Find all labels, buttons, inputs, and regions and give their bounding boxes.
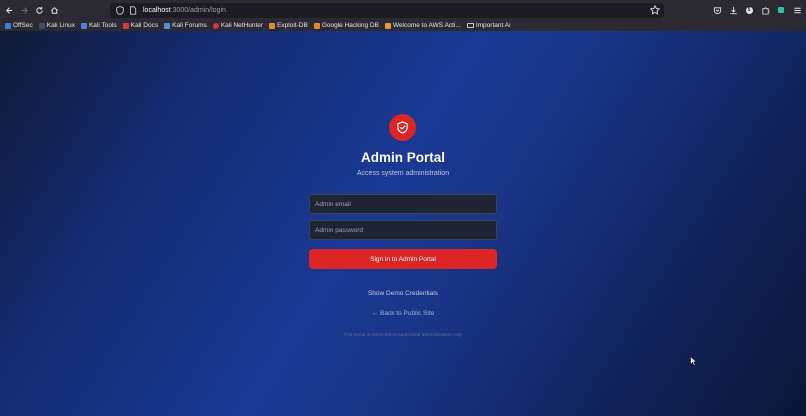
url-host: localhost [143,7,171,14]
bookmark-folder-important-ai[interactable]: Important Ai [466,22,511,29]
extensions-icon[interactable] [760,5,770,15]
ghdb-icon [313,22,320,29]
bookmark-exploit-db[interactable]: Exploit-DB [269,22,308,29]
extension-green-icon[interactable] [776,5,786,15]
bookmark-kali-forums[interactable]: Kali Forums [164,22,207,29]
browser-toolbar: localhost:3000/admin/login 5 [0,0,806,20]
bookmark-star-icon[interactable] [650,5,660,15]
home-icon[interactable] [47,0,62,20]
url-path: :3000/admin/login [170,7,226,14]
back-arrow-icon[interactable] [2,0,17,20]
mouse-cursor-icon [690,356,697,366]
bookmark-kali-tools[interactable]: Kali Tools [80,22,117,29]
kali-forums-icon [164,22,171,29]
shield-check-icon [397,121,408,134]
kali-docs-icon [122,22,129,29]
back-to-public-site-link[interactable]: ← Back to Public Site [0,310,806,317]
reload-icon[interactable] [32,0,47,20]
page-icon [128,6,138,16]
url-text[interactable]: localhost:3000/admin/login [143,7,226,14]
page-subtitle: Access system administration [356,170,450,177]
folder-icon [466,23,474,28]
exploit-db-icon [269,22,276,29]
offsec-icon [5,22,11,29]
kali-tools-icon [80,22,87,29]
bookmark-kali-linux[interactable]: Kali Linux [38,22,75,29]
download-icon[interactable] [728,5,738,15]
account-badge-icon[interactable]: 5 [744,5,754,15]
bookmark-kali-nethunter[interactable]: Kali NetHunter [212,22,263,29]
bookmarks-bar: OffSec Kali Linux Kali Tools Kali Docs K… [0,20,806,31]
restriction-notice: This portal is restricted to authorized … [343,333,463,338]
show-demo-credentials-link[interactable]: Show Demo Credentials [0,290,806,297]
admin-password-input[interactable] [309,220,497,240]
shield-icon[interactable] [115,6,125,16]
aws-icon [384,22,391,29]
pocket-icon[interactable] [712,5,722,15]
bookmark-google-hacking-db[interactable]: Google Hacking DB [313,22,379,29]
bookmark-offsec[interactable]: OffSec [5,22,33,29]
forward-arrow-icon[interactable] [17,0,32,20]
menu-icon[interactable] [792,5,802,15]
bookmark-aws[interactable]: Welcome to AWS Acti... [384,22,461,29]
logo-badge [389,114,416,141]
url-bar[interactable]: localhost:3000/admin/login [110,3,664,18]
page-title: Admin Portal [360,150,445,165]
kali-dragon-icon [38,22,45,29]
sign-in-button[interactable]: Sign in to Admin Portal [309,249,497,269]
page-viewport: Admin Portal Access system administratio… [0,31,806,416]
bookmark-kali-docs[interactable]: Kali Docs [122,22,158,29]
nethunter-icon [212,22,219,29]
admin-email-input[interactable] [309,194,497,214]
